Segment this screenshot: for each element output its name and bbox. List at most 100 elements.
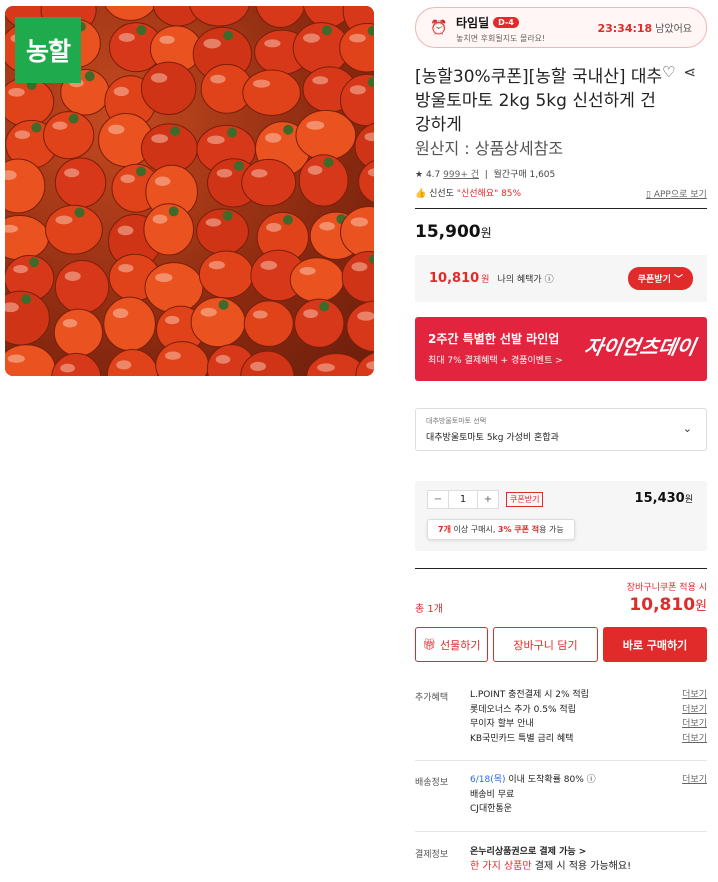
tomato-highlight xyxy=(207,135,225,145)
extra-more-links: 더보기 더보기 더보기 더보기 xyxy=(660,688,707,746)
rating-row: ★ 4.7 999+ 건 | 월간구매 1,605 xyxy=(415,170,556,180)
tomato-highlight xyxy=(203,38,221,49)
tomato-highlight xyxy=(8,87,25,97)
plus-button[interactable]: + xyxy=(478,491,498,508)
tomato xyxy=(54,259,110,314)
tomato-highlight xyxy=(306,120,325,130)
share-icon[interactable]: ⋖ xyxy=(683,63,704,81)
onnuri-link[interactable]: 온누리상품권으로 결제 가능 > xyxy=(470,845,631,860)
tomato-highlight xyxy=(151,134,169,143)
tomato xyxy=(289,257,345,303)
tomato-stem xyxy=(233,160,244,171)
tomato-highlight xyxy=(319,222,335,231)
origin-info: 원산지 : 상품상세참조 xyxy=(415,139,564,158)
heart-icon[interactable]: ♡ xyxy=(662,63,683,81)
cart-coupon-note: 장바구니쿠폰 적용 시 xyxy=(626,583,707,593)
tomato xyxy=(5,215,50,261)
option-value: 대추방울토마토 5kg 가성비 혼합과 xyxy=(426,433,559,443)
benefit-unit: 원 xyxy=(481,275,490,285)
tomato-stem xyxy=(136,25,147,36)
product-title: [농할30%쿠폰][농할 국내산] 대추방울토마토 2kg 5kg 신선하게 건… xyxy=(415,67,663,135)
timedeal-subtitle: 놓치면 후회될지도 몰라요! xyxy=(456,33,546,43)
tomato-highlight xyxy=(150,73,168,83)
tomato-highlight xyxy=(60,363,75,373)
promo-banner[interactable]: 2주간 특별한 선발 라인업 최대 7% 결제혜택 + 경품이벤트 > 자이언츠… xyxy=(415,317,707,381)
quantity-input[interactable]: 1 xyxy=(448,491,478,508)
tomato-highlight xyxy=(7,354,25,363)
tomato xyxy=(54,157,107,208)
benefit-box: 10,810 원 나의 혜택가 ⓘ 쿠폰받기 ﹀ xyxy=(415,255,707,302)
tomato-highlight xyxy=(303,309,319,318)
gift-icon: 🎁︎ xyxy=(422,638,437,651)
tomato-stem xyxy=(68,113,79,124)
more-link[interactable]: 더보기 xyxy=(660,703,707,718)
delivery-info: 6/18(목) 이내 도착확률 80% ⓘ 배송비 무료 CJ대한통운 xyxy=(470,773,596,817)
coupon-download-button[interactable]: 쿠폰받기 ﹀ xyxy=(627,267,693,290)
option-label: 대추방울토마토 선택 xyxy=(426,417,487,425)
alarm-clock-icon: ⏰ xyxy=(430,19,448,36)
minus-button[interactable]: − xyxy=(428,491,448,508)
tomato-highlight xyxy=(64,271,81,282)
option-select[interactable]: 대추방울토마토 선택 대추방울토마토 5kg 가성비 혼합과 ⌄ xyxy=(415,408,707,451)
tomato xyxy=(295,109,357,161)
tomato-highlight xyxy=(164,351,181,360)
payment-info: 온누리상품권으로 결제 가능 > 한 가지 상품만 결제 시 적용 가능해요! xyxy=(470,845,631,874)
extra-benefit-list: L.POINT 충전결제 시 2% 적립 롯데오너스 추가 0.5% 적립 무이… xyxy=(470,688,589,746)
tomato-stem xyxy=(227,127,238,138)
gift-button[interactable]: 🎁︎ 선물하기 xyxy=(415,627,488,662)
phone-icon: ▯ xyxy=(646,190,651,200)
tomato-highlight xyxy=(252,310,268,319)
tomato-highlight xyxy=(303,33,320,43)
timedeal-countdown: 23:34:18 남았어요 xyxy=(597,22,692,35)
banner-brand: 자이언츠데이 xyxy=(582,335,697,359)
option-price: 15,430원 xyxy=(634,491,693,506)
tomato-highlight xyxy=(55,215,73,225)
divider xyxy=(415,208,707,209)
timedeal-bar[interactable]: ⏰ 타임딜 D-4 놓치면 후회될지도 몰라요! 23:34:18 남았어요 xyxy=(415,7,707,48)
tomato-highlight xyxy=(112,308,129,319)
tomato-stem xyxy=(283,124,294,135)
tomato xyxy=(346,300,374,353)
more-link[interactable]: 더보기 xyxy=(660,688,707,703)
tomato-highlight xyxy=(349,85,366,95)
chevron-down-icon: ⌄ xyxy=(682,422,692,435)
tomato-highlight xyxy=(299,267,316,275)
tomato-stem xyxy=(168,206,179,217)
extra-benefit-label: 추가혜택 xyxy=(415,693,449,703)
brand-logo: 농할 xyxy=(15,17,81,83)
review-count-link[interactable]: 999+ 건 xyxy=(443,170,479,180)
tomato xyxy=(45,204,103,255)
tomato-highlight xyxy=(62,318,78,328)
tomato-highlight xyxy=(252,79,271,88)
delivery-more-link[interactable]: 더보기 xyxy=(660,773,707,788)
add-to-cart-button[interactable]: 장바구니 담기 xyxy=(493,627,598,662)
coupon-tag[interactable]: 쿠폰받기 xyxy=(506,492,544,507)
buy-now-button[interactable]: 바로 구매하기 xyxy=(603,627,707,662)
tomato xyxy=(241,158,297,207)
tomato-highlight xyxy=(52,121,68,130)
tomato xyxy=(358,160,374,204)
tomato xyxy=(140,61,197,115)
tomato-highlight xyxy=(118,264,134,273)
tomato xyxy=(255,6,306,28)
tomato-stem xyxy=(136,166,147,177)
app-view-link[interactable]: ▯ APP으로 보기 xyxy=(646,187,707,200)
star-icon: ★ xyxy=(415,170,424,180)
timedeal-title: 타임딜 xyxy=(456,15,490,30)
tomato-highlight xyxy=(154,176,171,187)
tomato-highlight xyxy=(159,35,175,44)
tomato-stem xyxy=(29,257,40,268)
tomato-stem xyxy=(218,299,229,310)
more-link[interactable]: 더보기 xyxy=(660,717,707,732)
tomato xyxy=(144,262,204,314)
tomato-highlight xyxy=(164,315,180,325)
thumbs-up-icon: 👍 xyxy=(415,189,427,199)
tomato-stem xyxy=(319,301,330,312)
tomato-highlight xyxy=(260,260,278,270)
tomato-stem xyxy=(323,157,334,168)
tomato-highlight xyxy=(208,260,225,270)
tomato-stem xyxy=(31,122,42,133)
tomato-highlight xyxy=(120,174,135,183)
more-link[interactable]: 더보기 xyxy=(660,732,707,747)
divider xyxy=(415,760,707,761)
